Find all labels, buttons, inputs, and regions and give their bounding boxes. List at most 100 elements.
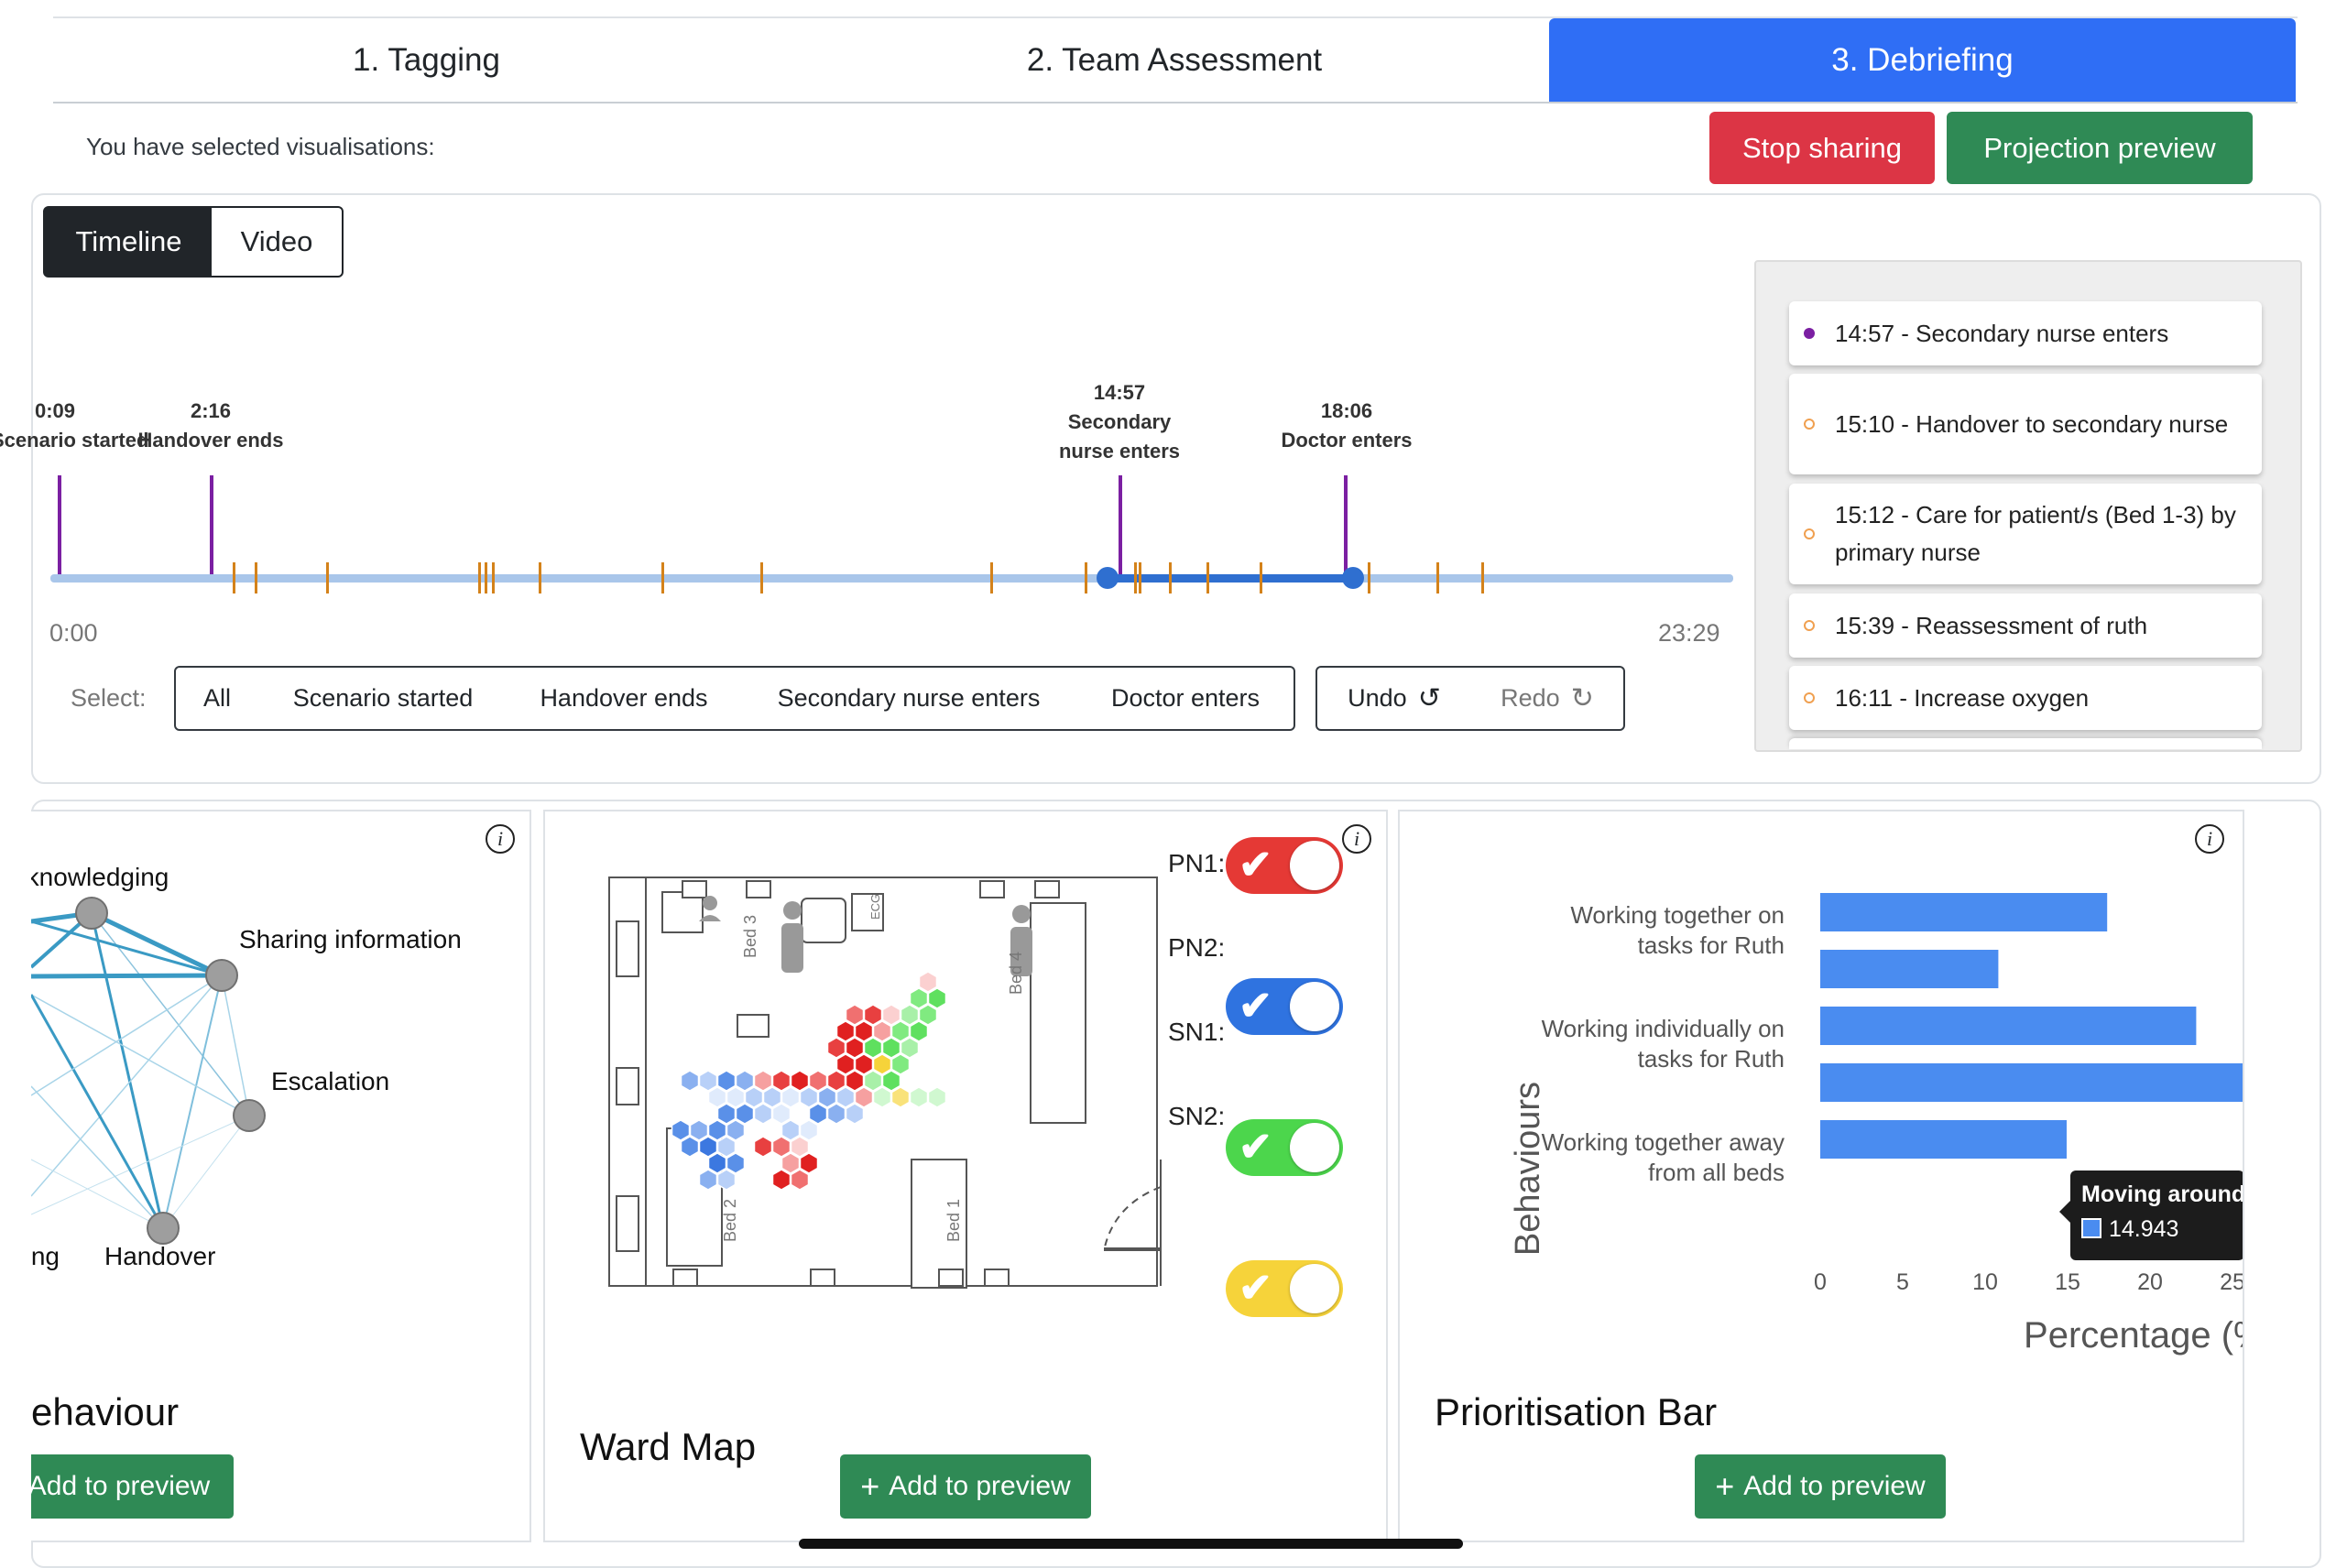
undo-label: Undo [1348,684,1407,712]
info-icon[interactable]: i [1342,824,1371,854]
undo-button[interactable]: Undo ↺ [1315,666,1473,731]
select-doctor-enters-button[interactable]: Doctor enters [1077,666,1295,731]
heat-hex [762,1086,782,1108]
event-tick[interactable] [255,562,257,593]
heat-hex [900,1037,920,1059]
event-tick[interactable] [539,562,541,593]
heat-hex [854,1053,874,1075]
event-list-item[interactable]: 15:39 - Reassessment of ruth [1789,593,2262,658]
projection-preview-button[interactable]: Projection preview [1947,112,2253,184]
toggle-pn2[interactable]: ✔ [1226,978,1343,1035]
tab-tagging[interactable]: 1. Tagging [53,18,800,102]
select-scenario-started-button[interactable]: Scenario started [258,666,509,731]
event-tick[interactable] [1139,562,1141,593]
bar[interactable] [1820,1007,2197,1045]
prioritisation-card[interactable]: 0510152025 Behaviours Percentage (%) Wor… [1398,810,2244,1542]
heat-hex [845,1037,865,1059]
heat-hex [780,1086,801,1108]
node-label-sharing-information: Sharing information [239,925,462,953]
event-tick[interactable] [990,562,993,593]
tab-label: 2. Team Assessment [1026,41,1323,78]
range-start-handle[interactable] [1097,567,1119,589]
info-icon[interactable]: i [486,824,515,854]
info-icon[interactable]: i [2195,824,2224,854]
event-tick[interactable] [326,562,329,593]
add-to-preview-button[interactable]: +Add to preview [31,1454,234,1519]
node-label-acknowledging: Acknowledging [31,863,169,891]
event-tick[interactable] [1134,562,1137,593]
event-list-item[interactable]: 15:10 - Handover to secondary nurse [1789,374,2262,474]
heat-hex [890,1086,911,1108]
event-list-item-partial [1789,738,2262,749]
toggle-sn1[interactable]: ✔ [1226,1119,1343,1176]
marker-line [1119,475,1122,580]
timeline-end-time: 23:29 [1658,619,1720,647]
heat-hex [771,1103,791,1125]
heat-hex [854,1020,874,1042]
bar[interactable] [1820,1063,2243,1102]
event-tick[interactable] [1260,562,1262,593]
heat-hex [909,1020,929,1042]
marker-label-handover-ends: 2:16 Handover ends [137,399,284,452]
marker-line [58,475,61,580]
add-to-preview-label: Add to preview [889,1471,1071,1501]
event-text: 15:12 - Care for patient/s (Bed 1-3) by … [1835,501,2236,566]
event-tick[interactable] [1436,562,1439,593]
toggle-knob [1290,1264,1339,1313]
select-handover-ends-button[interactable]: Handover ends [508,666,742,731]
heat-hex [771,1070,791,1092]
event-list-item[interactable]: 14:57 - Secondary nurse enters [1789,301,2262,365]
stop-sharing-button[interactable]: Stop sharing [1709,112,1935,184]
heat-hex [881,1004,901,1026]
event-tick[interactable] [1206,562,1209,593]
event-tick[interactable] [233,562,235,593]
card-title: Prioritisation Bar [1435,1390,1718,1433]
heat-hex [707,1086,727,1108]
tab-team-assessment[interactable]: 2. Team Assessment [800,18,1549,102]
select-all-button[interactable]: All [174,666,260,731]
toggle-label-sn2: SN2: [1168,1102,1226,1130]
heat-hex [771,1169,791,1191]
marker-label-secondary-nurse-enters: 14:57 Secondary nurse enters [1058,381,1181,463]
event-filled-dot-icon [1804,328,1815,339]
event-tick[interactable] [1085,562,1087,593]
toggle-pn1[interactable]: ✔ [1226,837,1343,894]
select-secondary-nurse-enters-button[interactable]: Secondary nurse enters [740,666,1079,731]
bar[interactable] [1820,893,2108,931]
undo-icon: ↺ [1417,683,1441,713]
heat-hex [863,1004,883,1026]
event-tick[interactable] [760,562,763,593]
heat-hex [726,1119,746,1141]
heat-hex [863,1070,883,1092]
heat-hex [744,1086,764,1108]
node-label-escalation: Escalation [271,1067,390,1095]
video-view-button[interactable]: Video [212,206,344,278]
event-tick[interactable] [485,562,487,593]
heat-hex [735,1103,755,1125]
bar[interactable] [1820,1120,2067,1159]
event-list-item[interactable]: 16:11 - Increase oxygen [1789,666,2262,730]
redo-button[interactable]: Redo ↻ [1471,666,1625,731]
event-tick[interactable] [1481,562,1484,593]
timeline-view-button[interactable]: Timeline [43,206,214,278]
event-tick[interactable] [1169,562,1172,593]
event-tick[interactable] [1368,562,1370,593]
event-tick[interactable] [492,562,495,593]
bar[interactable] [1820,950,1999,988]
tab-debriefing[interactable]: 3. Debriefing [1549,18,2296,102]
add-to-preview-button[interactable]: +Add to preview [1695,1454,1946,1519]
event-tick[interactable] [478,562,481,593]
timeline-start-time: 0:00 [49,619,98,647]
ward-map-card[interactable]: Bed 3 Bed 4 Bed 2 Bed 1 ECG i PN1: ✔ PN2… [543,810,1388,1542]
heat-hex [845,1103,865,1125]
behaviour-card[interactable]: Acknowledging Sharing information Escala… [31,810,531,1542]
tooltip-swatch [2081,1218,2101,1238]
x-axis-label: Percentage (%) [2024,1315,2243,1356]
toggle-label-sn1: SN1: [1168,1018,1226,1046]
add-to-preview-button[interactable]: +Add to preview [840,1454,1091,1519]
toggle-sn2[interactable]: ✔ [1226,1260,1343,1317]
toggle-label-pn1: PN1: [1168,849,1226,877]
event-tick[interactable] [661,562,664,593]
range-end-handle[interactable] [1342,567,1364,589]
event-list-item[interactable]: 15:12 - Care for patient/s (Bed 1-3) by … [1789,484,2262,584]
